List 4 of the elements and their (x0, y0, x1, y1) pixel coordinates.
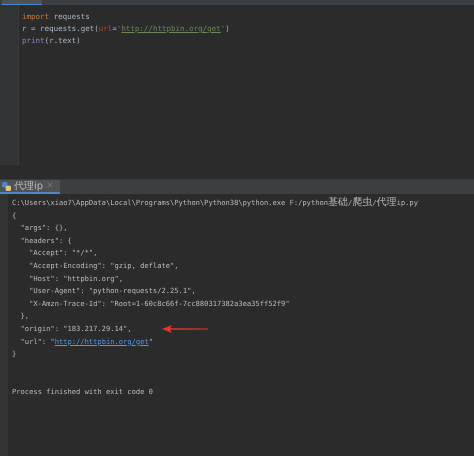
arrow-icon (162, 325, 208, 334)
file-tab[interactable] (2, 0, 42, 5)
run-tab[interactable]: 代理ip × (0, 180, 60, 194)
python-icon (2, 182, 11, 190)
